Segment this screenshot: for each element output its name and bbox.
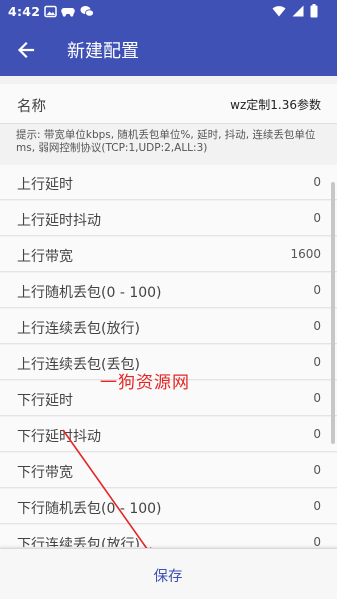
annotation-arrow-icon bbox=[62, 429, 155, 560]
bottom-action-bar: 保存 bbox=[0, 548, 337, 599]
save-button-label: 保存 bbox=[153, 569, 183, 585]
app-screen: 4:42 新建配置 名称 wz定制1.36参数 提示: 带宽单位kbps, 随机… bbox=[0, 0, 337, 599]
save-button[interactable]: 保存 bbox=[118, 553, 218, 595]
